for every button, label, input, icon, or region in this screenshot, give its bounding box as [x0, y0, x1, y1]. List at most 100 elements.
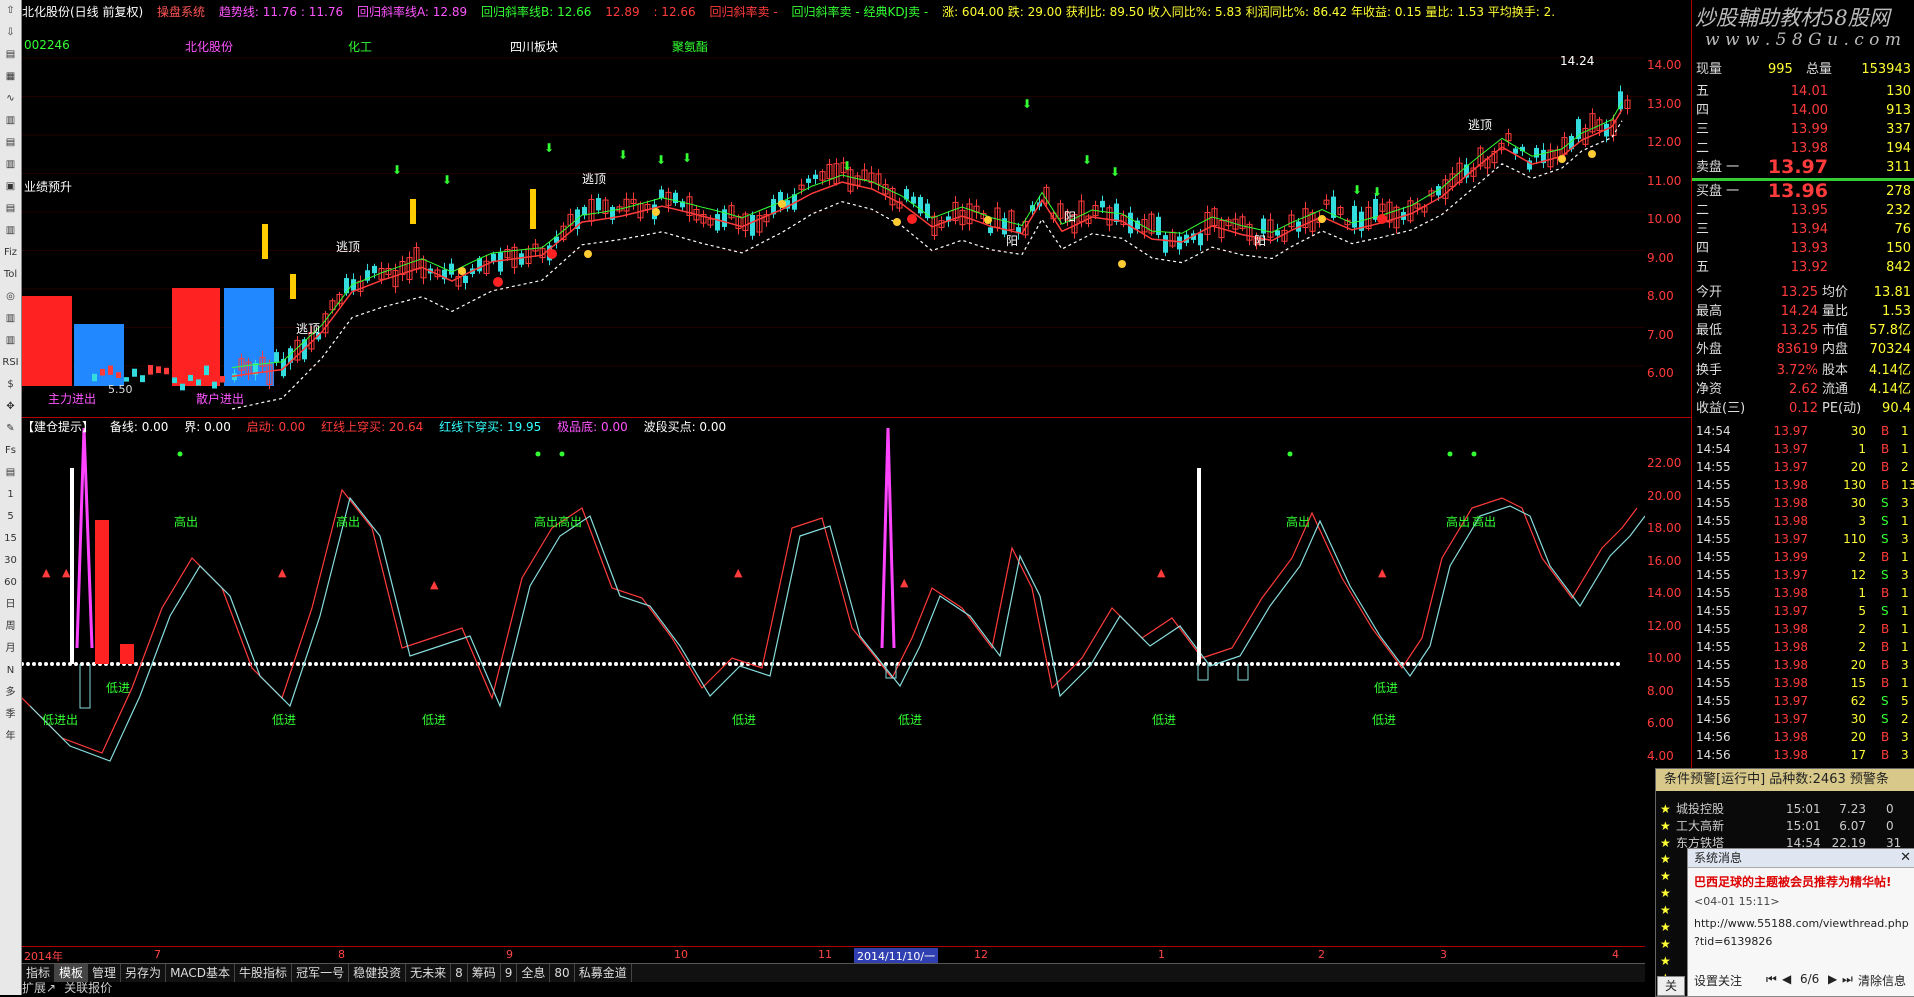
indicator-tab[interactable]: 指标 — [22, 964, 56, 982]
toolbar-button[interactable]: ◎ — [0, 286, 21, 308]
toolbar-button[interactable]: ⇩ — [0, 22, 21, 44]
toolbar-button[interactable]: 5 — [0, 506, 21, 528]
tick-row[interactable]: 14:55 13.98 2 B 1 — [1696, 638, 1911, 656]
toolbar-button[interactable]: ▥ — [0, 308, 21, 330]
toolbar-button[interactable]: ✎ — [0, 418, 21, 440]
tick-row[interactable]: 14:56 13.98 17 B 3 — [1696, 746, 1911, 764]
bid-row[interactable]: 四 13.93 150 — [1696, 239, 1911, 258]
toolbar-button[interactable]: ⇧ — [0, 0, 21, 22]
toolbar-button[interactable]: ▥ — [0, 154, 21, 176]
toolbar-button[interactable]: Tol — [0, 264, 21, 286]
indicator-tab[interactable]: 牛股指标 — [235, 964, 293, 982]
indicator-tab[interactable]: 无未来 — [406, 964, 452, 982]
indicator-tab[interactable]: 9 — [501, 964, 518, 982]
toolbar-button[interactable]: $ — [0, 374, 21, 396]
toolbar-button[interactable]: ▤ — [0, 198, 21, 220]
toolbar-button[interactable]: 60 — [0, 572, 21, 594]
indicator-tab[interactable]: 稳健投资 — [349, 964, 407, 982]
ask-row[interactable]: 四 14.00 913 — [1696, 101, 1911, 120]
next-page-icon[interactable]: ▶ — [1828, 972, 1837, 986]
last-page-icon[interactable]: ⏭ — [1842, 972, 1853, 987]
indicator-tab[interactable]: 管理 — [88, 964, 122, 982]
toolbar-button[interactable]: 年 — [0, 726, 21, 748]
tick-row[interactable]: 14:55 13.97 62 S 5 — [1696, 692, 1911, 710]
toolbar-button[interactable]: 15 — [0, 528, 21, 550]
toolbar-button[interactable]: N — [0, 660, 21, 682]
indicator-tab[interactable]: 80 — [550, 964, 575, 982]
alert-header[interactable]: 条件预警[运行中] 品种数:2463 预警条 — [1656, 769, 1914, 791]
close-icon[interactable]: ✕ — [1900, 850, 1911, 865]
toolbar-button[interactable]: ▤ — [0, 462, 21, 484]
extension-tab[interactable]: 关联报价 — [64, 981, 112, 995]
toolbar-button[interactable]: ▥ — [0, 330, 21, 352]
main-price-chart[interactable]: ⬇ ⬇ ⬇ ⬇ ⬇ ⬇ ⬇ ⬇ ⬇ ⬇ ⬇ ⬇ — [22, 24, 1645, 417]
sysmsg-headline[interactable]: 巴西足球的主题被会员推荐为精华帖! — [1694, 873, 1891, 890]
toolbar-button[interactable]: ▤ — [0, 44, 21, 66]
toolbar-button[interactable]: 多 — [0, 682, 21, 704]
tick-row[interactable]: 14:56 13.97 30 S 2 — [1696, 710, 1911, 728]
toolbar-button[interactable]: 季 — [0, 704, 21, 726]
toolbar-button[interactable]: ∿ — [0, 88, 21, 110]
prev-page-icon[interactable]: ◀ — [1782, 972, 1791, 986]
bid-row[interactable]: 买盘 一 13.96 278 — [1696, 182, 1911, 201]
bid-row[interactable]: 五 13.92 842 — [1696, 258, 1911, 277]
tick-row[interactable]: 14:55 13.98 2 B 1 — [1696, 620, 1911, 638]
tick-row[interactable]: 14:56 13.98 20 B 3 — [1696, 728, 1911, 746]
indicator-tab[interactable]: 8 — [451, 964, 468, 982]
indicator-tab[interactable]: 冠军一号 — [292, 964, 350, 982]
ask-row[interactable]: 三 13.99 337 — [1696, 120, 1911, 139]
bid-row[interactable]: 三 13.94 76 — [1696, 220, 1911, 239]
indicator-tab[interactable]: MACD基本 — [166, 964, 236, 982]
toolbar-button[interactable]: ▥ — [0, 110, 21, 132]
tick-row[interactable]: 14:55 13.99 2 B 1 — [1696, 548, 1911, 566]
indicator-subchart[interactable]: ▲ ▲ ▲▲▲▲▲ ▲高出 高出 高出 高出 高出 高出 高出低进低进 低进 低进 低进 低进低进低进低进… — [22, 418, 1645, 946]
tick-row[interactable]: 14:55 13.97 110 S 3 — [1696, 530, 1911, 548]
clear-button[interactable]: 清除信息 — [1858, 972, 1906, 989]
sysmsg-tid[interactable]: ?tid=6139826 — [1694, 935, 1772, 948]
tick-qty: 30 — [1850, 496, 1866, 510]
toolbar-button[interactable]: ▤ — [0, 132, 21, 154]
toolbar-button[interactable]: ▣ — [0, 176, 21, 198]
baseline-dot — [578, 662, 582, 666]
alert-row[interactable]: ★ 工大高新 15:01 6.07 0 — [1656, 818, 1914, 835]
bid-row[interactable]: 二 13.95 232 — [1696, 201, 1911, 220]
toolbar-button[interactable]: Fiz — [0, 242, 21, 264]
indicator-tab[interactable]: 全息 — [517, 964, 551, 982]
tick-row[interactable]: 14:55 13.97 20 B 2 — [1696, 458, 1911, 476]
tick-row[interactable]: 14:54 13.97 30 B 1 — [1696, 422, 1911, 440]
toolbar-button[interactable]: 1 — [0, 484, 21, 506]
tick-row[interactable]: 14:55 13.98 1 B 1 — [1696, 584, 1911, 602]
tick-row[interactable]: 14:55 13.97 5 S 1 — [1696, 602, 1911, 620]
sysmsg-url[interactable]: http://www.55188.com/viewthread.php — [1694, 917, 1909, 930]
indicator-tab[interactable]: 模板 — [55, 964, 89, 982]
indicator-tab[interactable]: 另存为 — [121, 964, 167, 982]
tick-row[interactable]: 14:55 13.98 3 S 1 — [1696, 512, 1911, 530]
ask-row[interactable]: 卖盘 一 13.97 311 — [1696, 158, 1911, 177]
tick-row[interactable]: 14:55 13.98 15 B 1 — [1696, 674, 1911, 692]
toolbar-button[interactable]: 30 — [0, 550, 21, 572]
indicator-tab[interactable]: 筹码 — [468, 964, 501, 982]
baseline-dot — [1472, 662, 1476, 666]
toolbar-button[interactable]: ▥ — [0, 220, 21, 242]
toolbar-button[interactable]: 日 — [0, 594, 21, 616]
toolbar-button[interactable]: 月 — [0, 638, 21, 660]
date-tick-label: 4 — [1612, 948, 1619, 961]
toolbar-button[interactable]: ✥ — [0, 396, 21, 418]
tick-row[interactable]: 14:54 13.97 1 B 1 — [1696, 440, 1911, 458]
baseline-dot — [1244, 662, 1248, 666]
ask-row[interactable]: 五 14.01 130 — [1696, 82, 1911, 101]
indicator-tab[interactable]: 私募金道 — [575, 964, 632, 982]
first-page-icon[interactable]: ⏮ — [1766, 972, 1777, 987]
toolbar-button[interactable]: 周 — [0, 616, 21, 638]
toolbar-button[interactable]: ▦ — [0, 66, 21, 88]
tick-row[interactable]: 14:55 13.98 130 B 13 — [1696, 476, 1914, 494]
close-alert-button[interactable]: 关 — [1657, 976, 1685, 996]
toolbar-button[interactable]: RSI — [0, 352, 21, 374]
extension-tab[interactable]: 扩展↗ — [22, 981, 56, 995]
toolbar-button[interactable]: Fs — [0, 440, 21, 462]
tick-row[interactable]: 14:55 13.98 20 B 3 — [1696, 656, 1911, 674]
alert-row[interactable]: ★ 城投控股 15:01 7.23 0 — [1656, 801, 1914, 818]
tick-row[interactable]: 14:55 13.98 30 S 3 — [1696, 494, 1911, 512]
tick-row[interactable]: 14:55 13.97 12 S 3 — [1696, 566, 1911, 584]
follow-button[interactable]: 设置关注 — [1694, 972, 1742, 989]
